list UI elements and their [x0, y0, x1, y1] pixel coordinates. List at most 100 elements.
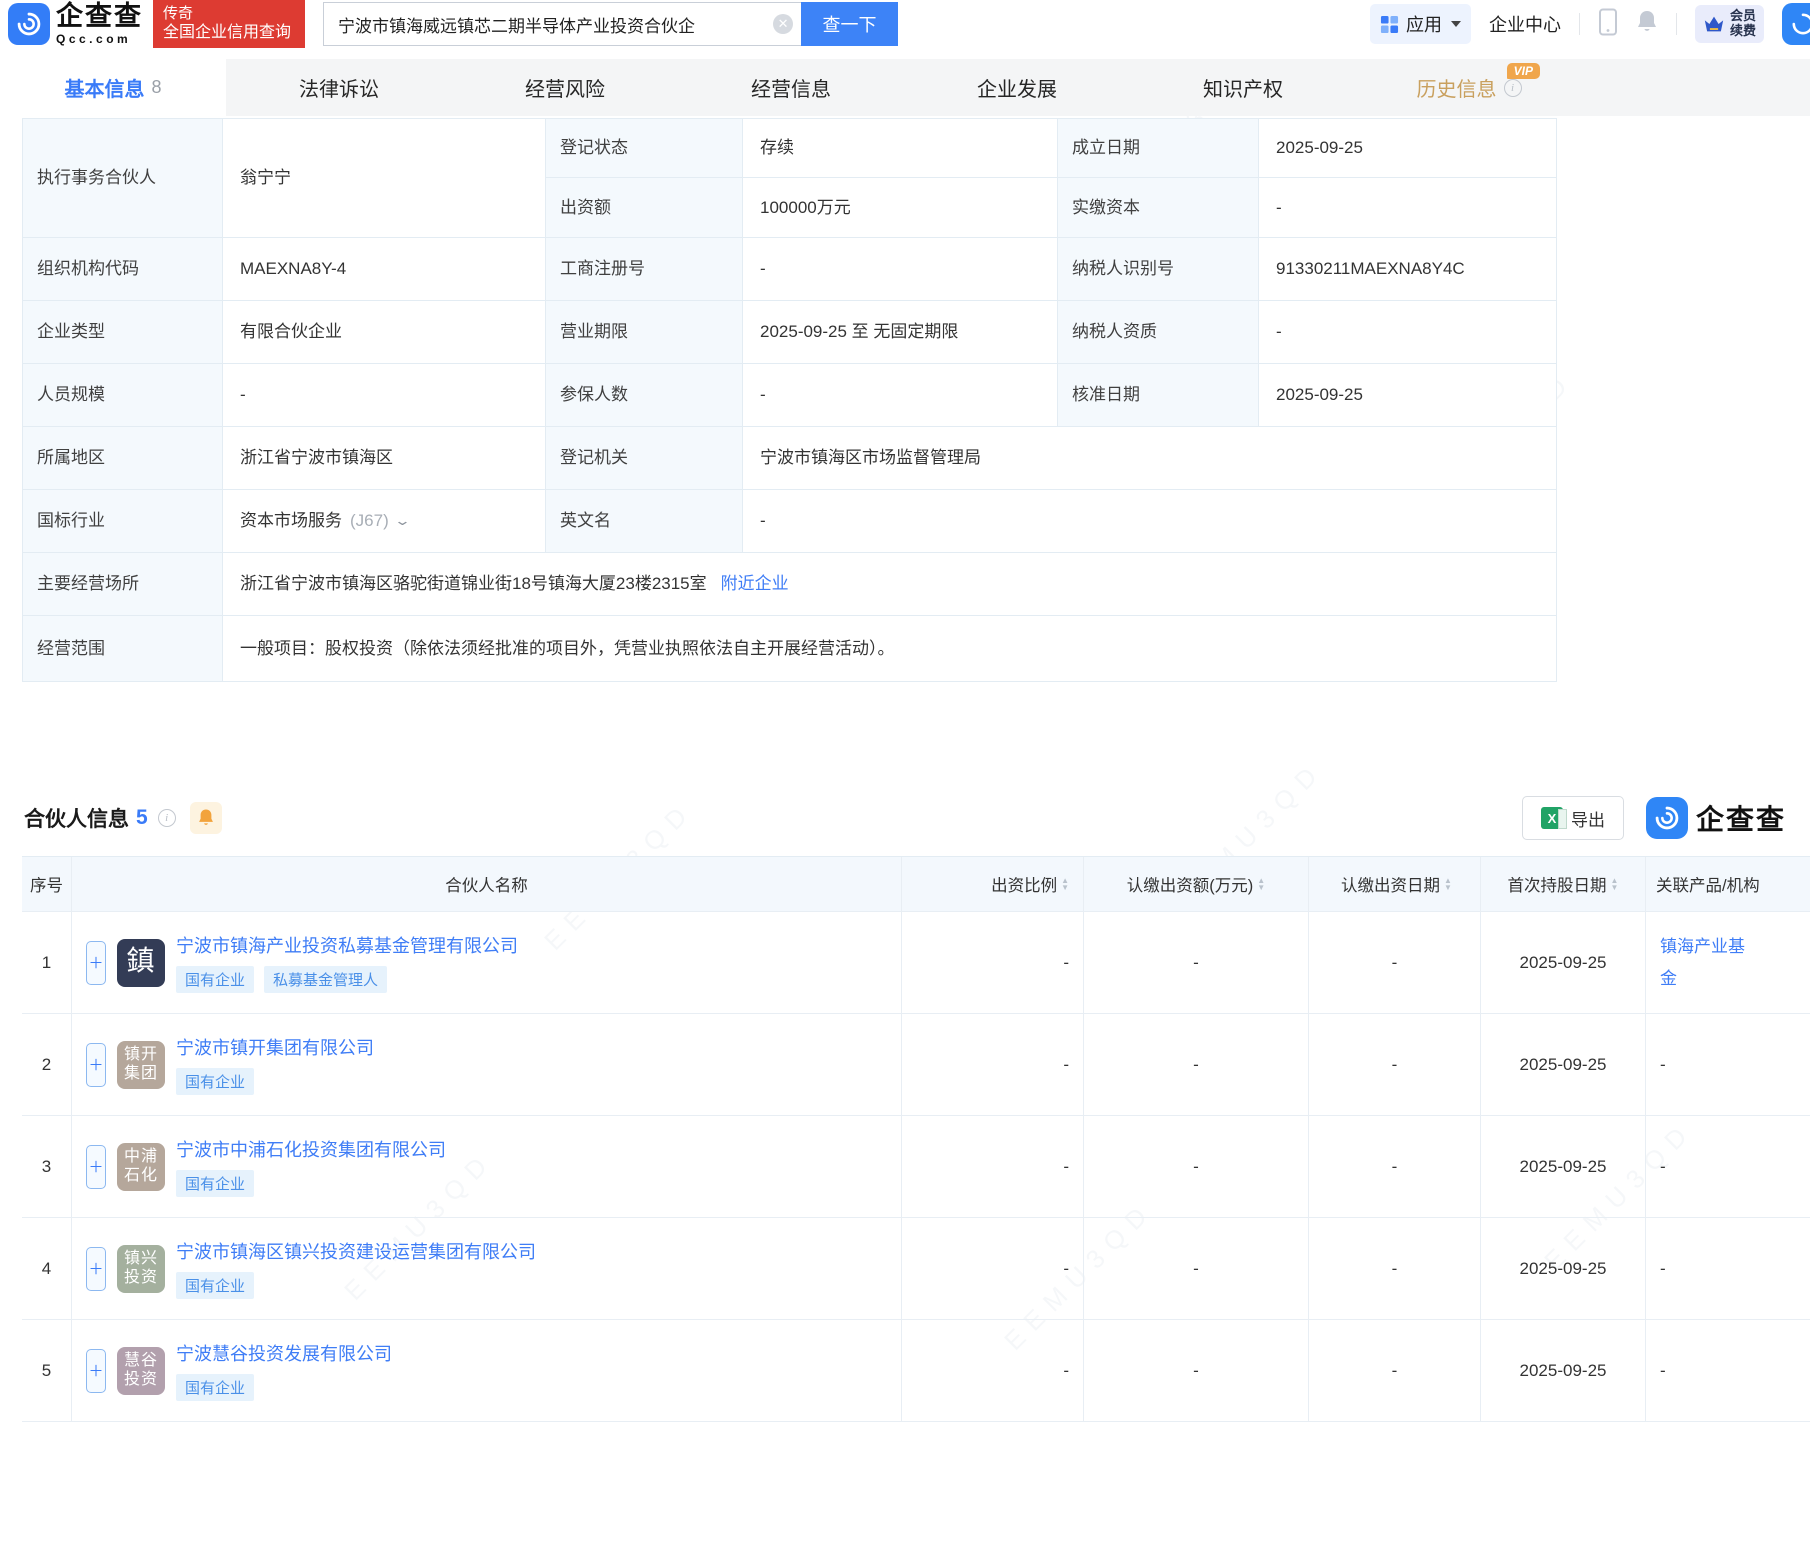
- promo-line2: 全国企业信用查询: [163, 24, 292, 42]
- clear-search-icon[interactable]: ✕: [773, 14, 794, 34]
- col-header-amount[interactable]: 认缴出资额(万元) ▲ ▼: [1084, 857, 1309, 912]
- field-value-capital: 100000万元: [743, 178, 1058, 238]
- excel-icon: X: [1540, 807, 1567, 829]
- partner-logo: 慧谷 投资: [117, 1346, 165, 1395]
- partner-logo: 中浦 石化: [117, 1142, 165, 1191]
- field-label-capital: 出资额: [546, 178, 743, 238]
- info-icon[interactable]: i: [157, 809, 176, 827]
- col-header-related: 关联产品/机构: [1646, 857, 1810, 912]
- col-header-first-date[interactable]: 首次持股日期 ▲ ▼: [1481, 857, 1646, 912]
- brand-domain: Qcc.com: [56, 32, 132, 46]
- col-header-sub-date[interactable]: 认缴出资日期 ▲ ▼: [1309, 857, 1481, 912]
- tab-bar: 基本信息 8 法律诉讼 经营风险 经营信息 企业发展 知识产权 历史信息 i V…: [0, 59, 1810, 116]
- field-value-region: 浙江省宁波市镇海区: [223, 427, 546, 490]
- tag-state-owned[interactable]: 国有企业: [176, 1272, 255, 1299]
- nearby-companies-link[interactable]: 附近企业: [721, 572, 789, 596]
- partner-logo: 镇开 集团: [117, 1040, 165, 1089]
- partner-name-link[interactable]: 宁波市中浦石化投资集团有限公司: [176, 1136, 446, 1162]
- tab-basic-info[interactable]: 基本信息 8: [0, 59, 226, 116]
- partner-name-link[interactable]: 宁波市镇海区镇兴投资建设运营集团有限公司: [176, 1238, 536, 1264]
- cell-amount: -: [1084, 1116, 1309, 1218]
- search-input[interactable]: 宁波市镇海威远镇芯二期半导体产业投资合伙企 ✕: [323, 2, 802, 46]
- crown-icon: [1704, 16, 1724, 32]
- search-value: 宁波市镇海威远镇芯二期半导体产业投资合伙企: [338, 16, 696, 36]
- field-label-exec-partner: 执行事务合伙人: [23, 119, 223, 238]
- field-label-approval-date: 核准日期: [1058, 364, 1259, 427]
- partners-title: 合伙人信息: [24, 808, 129, 831]
- tab-history-info[interactable]: 历史信息 i VIP: [1356, 59, 1582, 116]
- sort-icon[interactable]: ▲ ▼: [1444, 877, 1452, 892]
- tab-operation-risk[interactable]: 经营风险: [452, 59, 678, 116]
- corner-app-icon[interactable]: [1782, 3, 1810, 45]
- divider: [1578, 13, 1580, 35]
- expand-row-button[interactable]: ＋: [86, 1348, 106, 1393]
- cell-related: -: [1646, 1218, 1810, 1320]
- chevron-down-icon: [1450, 21, 1461, 27]
- partner-name-link[interactable]: 宁波市镇海产业投资私募基金管理有限公司: [176, 932, 518, 958]
- sort-icon[interactable]: ▲ ▼: [1257, 877, 1265, 892]
- tab-label: 历史信息: [1416, 79, 1497, 101]
- apps-menu[interactable]: 应用: [1369, 4, 1471, 44]
- sort-icon[interactable]: ▲ ▼: [1611, 877, 1619, 892]
- cell-first-date: 2025-09-25: [1481, 1116, 1646, 1218]
- tab-operation-info[interactable]: 经营信息: [678, 59, 904, 116]
- field-value-biz-scope: 一般项目：股权投资（除依法须经批准的项目外，凭营业执照依法自主开展经营活动）。: [223, 616, 1557, 682]
- field-value-biz-term: 2025-09-25 至 无固定期限: [743, 301, 1058, 364]
- tab-company-development[interactable]: 企业发展: [904, 59, 1130, 116]
- field-label-taxpayer-qual: 纳税人资质: [1058, 301, 1259, 364]
- search-button[interactable]: 查一下: [801, 2, 899, 46]
- member-renew-button[interactable]: 会员 续费: [1694, 5, 1764, 43]
- tag-state-owned[interactable]: 国有企业: [176, 966, 255, 993]
- row-index: 2: [22, 1014, 72, 1116]
- qcc-logo[interactable]: 企查查 Qcc.com: [0, 3, 143, 45]
- field-label-est-date: 成立日期: [1058, 119, 1259, 178]
- field-value-approval-date: 2025-09-25: [1259, 364, 1557, 427]
- notification-bell-icon[interactable]: [1636, 9, 1658, 40]
- sort-icon[interactable]: ▲ ▼: [1061, 877, 1069, 892]
- chevron-down-icon[interactable]: ⌄: [393, 512, 410, 530]
- field-value-reg-status: 存续: [743, 119, 1058, 178]
- cell-related: -: [1646, 1320, 1810, 1422]
- field-value-exec-partner: 翁宁宁: [223, 119, 546, 238]
- partner-logo: 鎮: [117, 938, 165, 987]
- tab-legal-litigation[interactable]: 法律诉讼: [226, 59, 452, 116]
- field-label-company-type: 企业类型: [23, 301, 223, 364]
- partner-name-link[interactable]: 宁波市镇开集团有限公司: [176, 1034, 374, 1060]
- expand-row-button[interactable]: ＋: [86, 1042, 106, 1087]
- promo-line1: 传奇: [163, 4, 194, 22]
- expand-row-button[interactable]: ＋: [86, 1144, 106, 1189]
- export-label: 导出: [1570, 810, 1605, 830]
- field-value-address: 浙江省宁波市镇海区骆驼街道锦业街18号镇海大厦23楼2315室 附近企业: [223, 553, 1557, 616]
- partners-section-header: 合伙人信息 5 i X 导出 企查查: [24, 796, 1786, 840]
- cell-amount: -: [1084, 1218, 1309, 1320]
- partner-name-link[interactable]: 宁波慧谷投资发展有限公司: [176, 1340, 392, 1366]
- field-label-org-code: 组织机构代码: [23, 238, 223, 301]
- subscribe-bell-button[interactable]: [189, 802, 222, 834]
- cell-related: 镇海产业基金: [1646, 912, 1810, 1014]
- expand-row-button[interactable]: ＋: [86, 940, 106, 985]
- row-index: 4: [22, 1218, 72, 1320]
- tag-fund-manager[interactable]: 私募基金管理人: [264, 966, 388, 993]
- partners-count: 5: [136, 806, 148, 829]
- field-value-english-name: -: [743, 490, 1557, 553]
- industry-code: (J67): [350, 511, 389, 531]
- qcc-logo-icon: [1645, 797, 1688, 839]
- field-value-industry[interactable]: 资本市场服务 (J67) ⌄: [223, 490, 546, 553]
- field-value-org-code: MAEXNA8Y-4: [223, 238, 546, 301]
- related-fund-link[interactable]: 镇海产业基金: [1660, 931, 1756, 994]
- export-button[interactable]: X 导出: [1521, 796, 1624, 840]
- field-value-reg-authority: 宁波市镇海区市场监督管理局: [743, 427, 1557, 490]
- enterprise-center-link[interactable]: 企业中心: [1489, 11, 1561, 37]
- expand-row-button[interactable]: ＋: [86, 1246, 106, 1291]
- row-index: 5: [22, 1320, 72, 1422]
- tag-state-owned[interactable]: 国有企业: [176, 1068, 255, 1095]
- mobile-phone-icon[interactable]: [1598, 8, 1618, 41]
- cell-first-date: 2025-09-25: [1481, 1218, 1646, 1320]
- field-label-reg-authority: 登记机关: [546, 427, 743, 490]
- field-value-paid-capital: -: [1259, 178, 1557, 238]
- col-header-ratio[interactable]: 出资比例 ▲ ▼: [902, 857, 1084, 912]
- promo-badge[interactable]: 传奇 全国企业信用查询: [153, 0, 306, 48]
- tag-state-owned[interactable]: 国有企业: [176, 1374, 255, 1401]
- tab-intellectual-property[interactable]: 知识产权: [1130, 59, 1356, 116]
- tag-state-owned[interactable]: 国有企业: [176, 1170, 255, 1197]
